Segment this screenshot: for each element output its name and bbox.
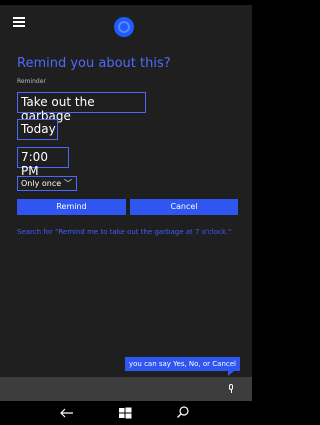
search-link[interactable]: Search for "Remind me to take out the ga… [17, 227, 232, 237]
voice-hint-bubble: you can say Yes, No, or Cancel [125, 357, 240, 376]
date-field[interactable]: Today [17, 119, 58, 140]
reminder-dialog: Remind you about this? Reminder Take out… [0, 47, 252, 377]
repeat-dropdown[interactable]: Only once ﹀ [17, 176, 77, 191]
dialog-title: Remind you about this? [17, 56, 171, 71]
cortana-header [0, 5, 252, 47]
cortana-icon[interactable] [114, 17, 134, 37]
navigation-bar [0, 401, 252, 425]
hamburger-menu-icon[interactable] [13, 17, 25, 27]
time-field[interactable]: 7:00 PM [17, 147, 69, 178]
chevron-down-icon: ﹀ [64, 179, 72, 188]
search-icon[interactable] [174, 404, 192, 422]
back-arrow-icon[interactable] [58, 404, 76, 422]
repeat-value: Only once [21, 179, 62, 188]
windows-start-icon[interactable] [116, 404, 134, 422]
input-bar[interactable] [0, 377, 252, 401]
reminder-text-field[interactable]: Take out the garbage [17, 92, 146, 123]
cancel-button[interactable]: Cancel [130, 199, 238, 215]
microphone-icon[interactable] [228, 384, 234, 394]
remind-button[interactable]: Remind [17, 199, 126, 215]
reminder-label: Reminder [17, 78, 46, 85]
